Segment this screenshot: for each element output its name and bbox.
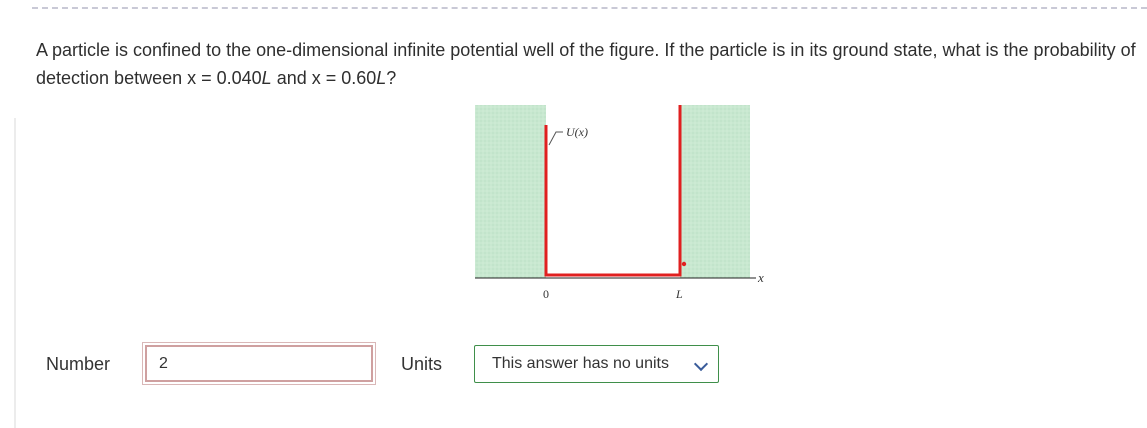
top-dashed-divider xyxy=(32,7,1147,9)
left-barrier-region xyxy=(475,105,546,278)
number-input[interactable] xyxy=(142,342,376,385)
red-dot-marker xyxy=(681,261,687,267)
potential-well-figure: U(x) x 0 L xyxy=(460,100,780,310)
potential-label: U(x) xyxy=(566,125,588,139)
x-axis-label: x xyxy=(757,270,764,285)
units-selected-value: This answer has no units xyxy=(492,355,669,372)
units-dropdown[interactable]: This answer has no units xyxy=(474,345,719,383)
number-label: Number xyxy=(46,354,111,374)
width-tick-label: L xyxy=(675,287,683,301)
origin-tick-label: 0 xyxy=(543,287,549,301)
right-barrier-region xyxy=(680,105,750,278)
chevron-down-icon xyxy=(693,356,709,372)
potential-well-diagram: U(x) x 0 L xyxy=(475,105,764,301)
units-label: Units xyxy=(401,354,443,374)
answer-row: Number Units This answer has no units xyxy=(0,342,1147,385)
question-text: A particle is confined to the one-dimens… xyxy=(36,40,1136,88)
potential-label-leader xyxy=(548,131,563,146)
